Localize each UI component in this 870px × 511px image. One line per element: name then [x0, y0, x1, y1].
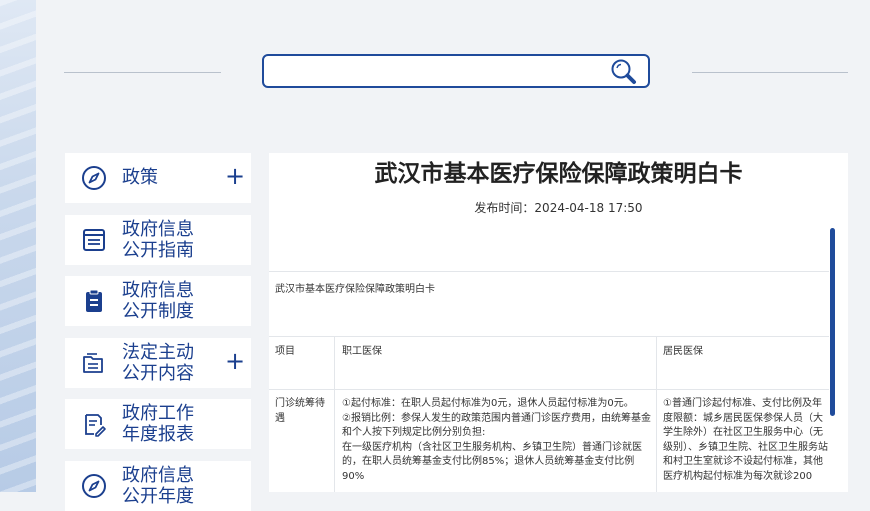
sidebar-item-disclosure-guide[interactable]: 政府信息 公开指南: [65, 215, 251, 265]
report-edit-icon: [85, 414, 106, 437]
article-subtitle: 武汉市基本医疗保险保障政策明白卡: [275, 284, 435, 295]
table-top-border: [269, 336, 829, 337]
sidebar-item-policy[interactable]: 政策 +: [65, 153, 251, 203]
sidebar-item-annual-report[interactable]: 政府工作 年度报表: [65, 399, 251, 449]
compass-icon: [82, 474, 106, 498]
clipboard-icon: [86, 289, 102, 312]
sidebar-item-label: 政策: [122, 167, 158, 188]
sidebar-item-label: 政府信息 公开年度: [122, 465, 194, 507]
table-cell: ①普通门诊起付标准、支付比例及年度限额：城乡居民医保参保人员（大学生除外）在社区…: [663, 398, 828, 482]
table-header: 居民医保: [663, 346, 703, 357]
document-list-icon: [83, 229, 105, 251]
sidebar-item-disclosure-system[interactable]: 政府信息 公开制度: [65, 276, 251, 326]
search-bar[interactable]: [262, 54, 650, 88]
page-title: 武汉市基本医疗保险保障政策明白卡: [374, 161, 743, 187]
decorative-side-strip: [0, 0, 36, 492]
expand-plus-icon[interactable]: +: [225, 348, 245, 374]
article-panel: 武汉市基本医疗保险保障政策明白卡 发布时间：2024-04-18 17:50 武…: [269, 153, 848, 492]
sidebar-item-annual-disclosure[interactable]: 政府信息 公开年度: [65, 461, 251, 511]
expand-plus-icon[interactable]: +: [225, 163, 245, 189]
publish-time: 发布时间：2024-04-18 17:50: [474, 201, 643, 215]
scrollbar-thumb[interactable]: [830, 228, 835, 416]
sidebar-item-label: 政府信息 公开指南: [122, 219, 194, 261]
divider: [269, 271, 829, 272]
table-cell: ①起付标准：在职人员起付标准为0元，退休人员起付标准为0元。 ②报销比例：参保人…: [342, 398, 651, 482]
search-divider-right: [692, 72, 848, 73]
sidebar-item-statutory-disclosure[interactable]: 法定主动 公开内容 +: [65, 338, 251, 388]
search-input[interactable]: [272, 60, 606, 84]
search-icon[interactable]: [610, 58, 638, 86]
sidebar-item-label: 政府信息 公开制度: [122, 280, 194, 322]
sidebar-item-label: 政府工作 年度报表: [122, 403, 194, 445]
table-header: 职工医保: [342, 346, 382, 357]
table-header: 项目: [275, 346, 295, 357]
table-row-label: 门诊统筹待遇: [275, 398, 325, 424]
table-row-border: [269, 389, 829, 390]
sidebar-item-label: 法定主动 公开内容: [122, 342, 194, 384]
table-col-border: [656, 336, 657, 492]
table-col-border: [334, 336, 335, 492]
compass-icon: [82, 166, 106, 190]
search-divider-left: [64, 72, 221, 73]
folder-stack-icon: [83, 353, 103, 373]
